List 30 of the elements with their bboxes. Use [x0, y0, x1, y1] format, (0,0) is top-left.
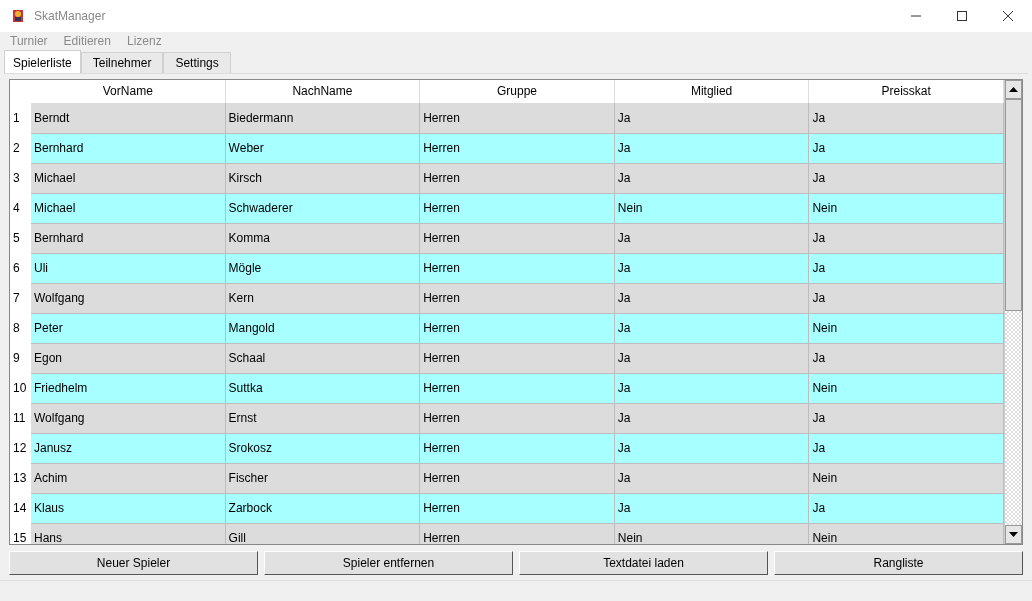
row-number: 6 — [10, 253, 31, 285]
row-number: 13 — [10, 463, 31, 495]
app-logo-icon — [10, 7, 26, 24]
row-number: 5 — [10, 223, 31, 255]
row-number: 8 — [10, 313, 31, 345]
action-button[interactable]: Spieler entfernen — [264, 551, 513, 576]
action-button[interactable]: Neuer Spieler — [9, 551, 258, 576]
tab[interactable]: Settings — [163, 52, 231, 74]
row-number: 9 — [10, 343, 31, 375]
row-number: 3 — [10, 163, 31, 195]
tab[interactable]: Spielerliste — [4, 50, 81, 74]
action-button[interactable]: Rangliste — [774, 551, 1023, 576]
row-number: 14 — [10, 493, 31, 525]
row-number: 10 — [10, 373, 31, 405]
vertical-scrollbar[interactable] — [1004, 80, 1022, 545]
scrollbar-thumb[interactable] — [1005, 99, 1022, 312]
window-title: SkatManager — [34, 8, 106, 23]
maximize-icon[interactable] — [956, 9, 968, 22]
scroll-up-icon[interactable] — [1009, 87, 1018, 93]
tab[interactable]: Teilnehmer — [80, 52, 164, 74]
row-number: 11 — [10, 403, 31, 435]
row-number: 7 — [10, 283, 31, 315]
row-number: 1 — [10, 103, 31, 135]
row-number: 4 — [10, 193, 31, 225]
close-icon[interactable] — [1002, 9, 1014, 22]
row-number: 12 — [10, 433, 31, 465]
row-number: 15 — [10, 523, 31, 545]
row-number: 2 — [10, 133, 31, 165]
action-button[interactable]: Textdatei laden — [519, 551, 768, 576]
scroll-down-icon[interactable] — [1009, 532, 1018, 538]
